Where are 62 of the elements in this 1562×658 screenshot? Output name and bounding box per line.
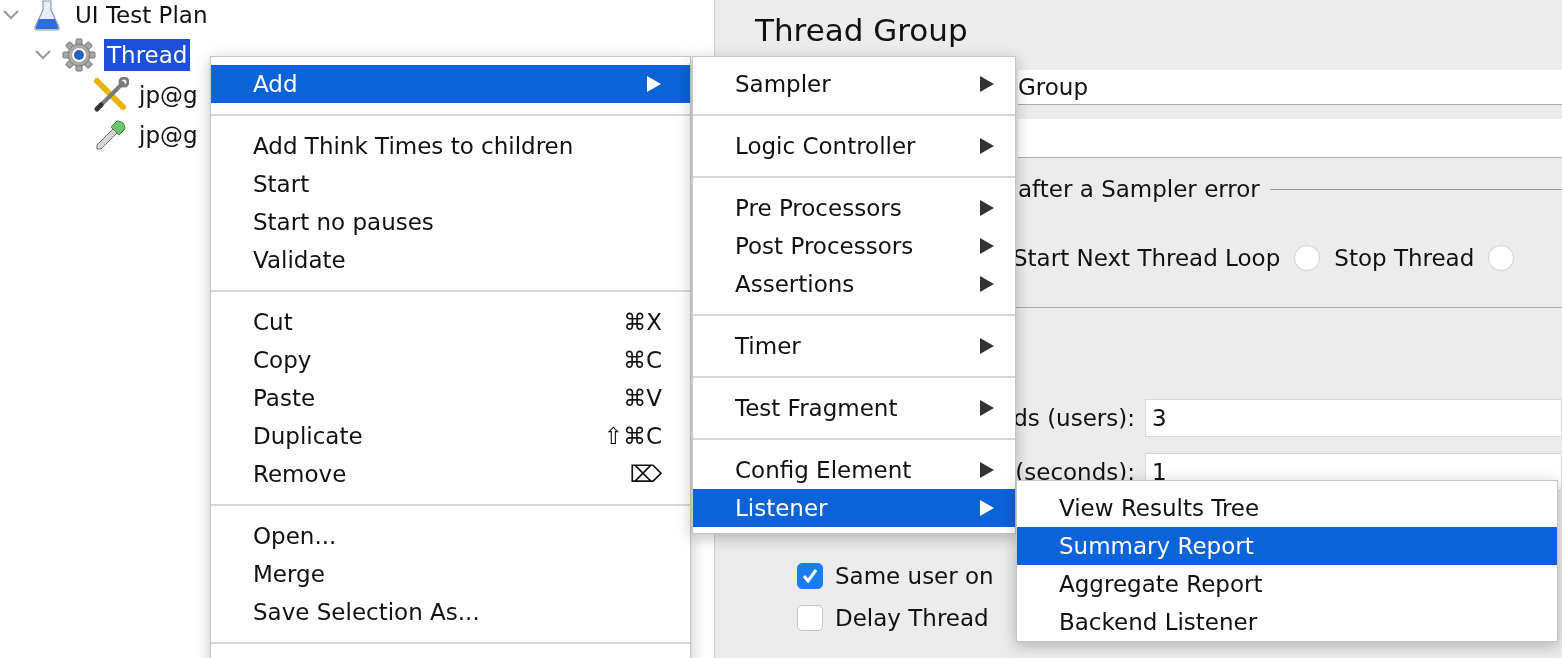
checkbox-label: Delay Thread xyxy=(835,605,989,631)
menu-item[interactable]: Validate xyxy=(211,241,690,279)
submenu-arrow-icon xyxy=(979,499,995,517)
checkbox-label: Same user on xyxy=(835,563,994,589)
menu-item[interactable]: Add Think Times to children xyxy=(211,127,690,165)
menu-item[interactable]: Remove ⌦ xyxy=(211,455,690,493)
chevron-icon[interactable] xyxy=(34,49,52,61)
menu-item[interactable]: Logic Controller xyxy=(693,127,1015,165)
dropper-icon xyxy=(93,117,129,153)
menu-item[interactable]: Backend Listener xyxy=(1017,603,1557,641)
submenu-arrow-icon xyxy=(979,237,995,255)
menu-item[interactable]: Listener xyxy=(693,489,1015,527)
tree-item[interactable]: jp@g xyxy=(136,79,201,111)
panel-title: Thread Group xyxy=(755,12,969,50)
menu-item[interactable]: Sampler xyxy=(693,65,1015,103)
checkbox[interactable] xyxy=(797,605,823,631)
field-label: ds (users): xyxy=(1013,405,1135,431)
tree-item[interactable]: jp@g xyxy=(136,119,201,151)
wrench-screwdriver-icon xyxy=(93,77,129,113)
gear-icon xyxy=(62,38,96,72)
menu-item[interactable]: Add xyxy=(211,65,690,103)
radio-button[interactable] xyxy=(1488,245,1515,271)
menu-item[interactable]: Assertions xyxy=(693,265,1015,303)
radio-label: Stop Thread xyxy=(1334,245,1475,271)
menu-item[interactable]: Paste ⌘V xyxy=(211,379,690,417)
menu-item[interactable]: Config Element xyxy=(693,451,1015,489)
check-icon xyxy=(801,567,819,585)
submenu-arrow-icon xyxy=(979,461,995,479)
chevron-icon[interactable] xyxy=(2,9,20,21)
menu-item[interactable]: Post Processors xyxy=(693,227,1015,265)
submenu-arrow-icon xyxy=(979,275,995,293)
checkbox[interactable] xyxy=(797,563,823,589)
menu-item[interactable]: Aggregate Report xyxy=(1017,565,1557,603)
group-legend: after a Sampler error xyxy=(1018,176,1260,202)
input-field[interactable]: 3 xyxy=(1145,399,1562,437)
menu-item[interactable]: Summary Report xyxy=(1017,527,1557,565)
menu-item[interactable]: Start no pauses xyxy=(211,203,690,241)
menu-item[interactable]: Merge xyxy=(211,555,690,593)
menu-item[interactable]: Save Selection As... xyxy=(211,593,690,631)
submenu-arrow-icon xyxy=(646,75,662,93)
menu-item[interactable]: Test Fragment xyxy=(693,389,1015,427)
field-label: (seconds): xyxy=(1015,459,1135,485)
tree-item[interactable]: UI Test Plan xyxy=(72,0,211,31)
menu-item[interactable]: Cut ⌘X xyxy=(211,303,690,341)
comments-field[interactable] xyxy=(1018,119,1562,158)
menu-item[interactable]: View Results Tree xyxy=(1017,489,1557,527)
menu-item[interactable]: Copy ⌘C xyxy=(211,341,690,379)
tree-item[interactable]: Thread xyxy=(104,39,191,71)
submenu-arrow-icon xyxy=(979,137,995,155)
menu-item[interactable]: Duplicate ⇧⌘C xyxy=(211,417,690,455)
submenu-arrow-icon xyxy=(979,199,995,217)
submenu-arrow-icon xyxy=(979,337,995,355)
menu-item[interactable]: Open... xyxy=(211,517,690,555)
menu-item[interactable]: Timer xyxy=(693,327,1015,365)
radio-button[interactable] xyxy=(1294,245,1321,271)
menu-item[interactable]: Start xyxy=(211,165,690,203)
radio-label: Start Next Thread Loop xyxy=(1013,245,1281,271)
submenu-arrow-icon xyxy=(979,75,995,93)
flask-icon xyxy=(33,0,61,31)
submenu-arrow-icon xyxy=(979,399,995,417)
menu-item[interactable]: Pre Processors xyxy=(693,189,1015,227)
name-field[interactable]: Group xyxy=(1018,70,1562,105)
